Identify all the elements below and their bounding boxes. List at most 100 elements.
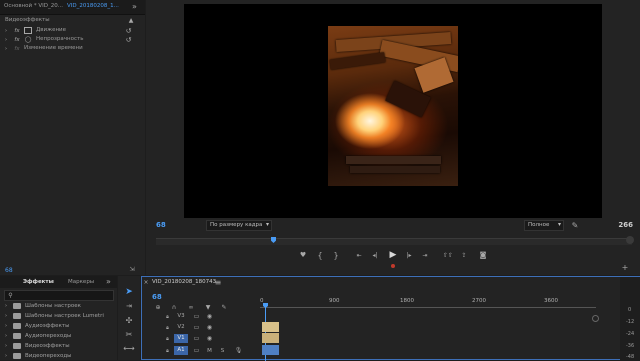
effects-search-input[interactable]: ⚲	[4, 290, 114, 301]
list-item[interactable]: › Аудиоэффекты	[0, 321, 117, 331]
expand-chevron-icon[interactable]: ›	[3, 352, 9, 360]
scroll-circle-icon[interactable]	[626, 236, 634, 244]
expand-chevron-icon[interactable]: ›	[3, 35, 9, 44]
selection-tool-icon[interactable]: ➤	[123, 286, 135, 298]
expand-chevron-icon[interactable]: ›	[3, 44, 9, 53]
ruler-label: 0	[260, 298, 264, 304]
track-select-tool-icon[interactable]: ⇥	[123, 300, 135, 312]
fx-icon[interactable]: fx	[12, 44, 22, 53]
expand-chevron-icon[interactable]: ›	[3, 342, 9, 350]
go-to-out-icon[interactable]: ⇥	[420, 249, 430, 261]
button-editor-icon[interactable]: +	[620, 262, 630, 272]
solo-icon[interactable]: S	[218, 346, 227, 355]
ripple-edit-tool-icon[interactable]: ✣	[123, 314, 135, 326]
tab-clip-source[interactable]: VID_20180208_1...	[67, 3, 119, 9]
track-name[interactable]: V3	[174, 312, 188, 321]
transform-box-icon[interactable]	[24, 27, 32, 34]
meter-label: -48	[626, 354, 635, 360]
panel-overflow-icon[interactable]: »	[104, 277, 113, 286]
expand-chevron-icon[interactable]: ›	[3, 26, 9, 35]
close-icon[interactable]: ×	[143, 279, 149, 286]
track-row-v3[interactable]: 🔒︎ V3 ▭ ◉	[142, 311, 598, 322]
microphone-icon[interactable]: 🎙︎	[234, 346, 243, 355]
step-forward-icon[interactable]: |▸	[404, 249, 414, 261]
tab-markers[interactable]: Маркеры	[68, 279, 94, 285]
effect-row-time-remap[interactable]: › fx Изменение времени	[0, 44, 145, 53]
sync-lock-icon[interactable]: ▭	[192, 312, 201, 321]
sync-lock-icon[interactable]: ▭	[192, 346, 201, 355]
play-icon[interactable]: ▶	[388, 249, 398, 261]
list-item[interactable]: › Шаблоны настроек	[0, 301, 117, 311]
eye-icon[interactable]: ◉	[205, 323, 214, 332]
fire-video-image	[328, 26, 458, 186]
list-item[interactable]: › Шаблоны настроек Lumetri	[0, 311, 117, 321]
export-frame-icon[interactable]: ⇲	[128, 265, 136, 273]
list-item[interactable]: › Аудиопереходы	[0, 331, 117, 341]
sync-lock-icon[interactable]: ▭	[192, 334, 201, 343]
sync-lock-icon[interactable]: ▭	[192, 323, 201, 332]
wrench-icon[interactable]: ✎	[570, 220, 580, 230]
program-video-frame[interactable]	[184, 4, 602, 218]
track-name[interactable]: V1	[174, 334, 188, 343]
lock-icon[interactable]: 🔒︎	[164, 346, 171, 355]
expand-chevron-icon[interactable]: ›	[3, 322, 9, 330]
wrench-icon[interactable]: ✎	[220, 303, 228, 311]
expand-chevron-icon[interactable]: ›	[3, 302, 9, 310]
fx-icon[interactable]: fx	[12, 26, 22, 35]
lock-icon[interactable]: 🔒︎	[164, 312, 171, 321]
reset-icon[interactable]: ↺	[124, 26, 133, 35]
mark-in-icon[interactable]: {	[316, 249, 324, 261]
go-to-in-icon[interactable]: ⇤	[354, 249, 364, 261]
playback-quality-select[interactable]: Полное ▾	[524, 220, 564, 231]
mark-out-icon[interactable]: }	[332, 249, 340, 261]
lift-icon[interactable]: ⇧⇧	[442, 249, 454, 261]
scroll-up-icon[interactable]: ▲	[127, 16, 135, 24]
tab-menu-icon[interactable]: ≡	[214, 278, 222, 287]
video-clip[interactable]	[262, 322, 279, 332]
timeline-ruler[interactable]	[260, 307, 596, 308]
step-back-icon[interactable]: ◂|	[370, 249, 380, 261]
panel-menu-icon[interactable]: »	[130, 2, 139, 11]
track-row-v2[interactable]: 🔒︎ V2 ▭ ◉	[142, 322, 598, 333]
track-row-v1[interactable]: 🔒︎ V1 ▭ ◉	[142, 333, 598, 344]
fit-zoom-select[interactable]: По размеру кадра ▾	[206, 220, 272, 231]
video-clip[interactable]	[262, 333, 279, 343]
tab-effect-controls[interactable]: Основной * VID_20...	[4, 3, 63, 9]
effect-row-motion[interactable]: › fx Движение ↺	[0, 26, 145, 35]
mask-pen-icon[interactable]: ◯	[24, 35, 32, 44]
export-frame-camera-icon[interactable]: ◙	[478, 249, 488, 261]
playhead-handle[interactable]	[271, 237, 276, 243]
effect-label-opacity: Непрозрачность	[36, 36, 84, 42]
eye-icon[interactable]: ◉	[205, 312, 214, 321]
audio-clip[interactable]	[262, 345, 279, 355]
eye-icon[interactable]: ◉	[205, 334, 214, 343]
timeline-timecode[interactable]: 68	[152, 293, 162, 301]
snap-icon[interactable]: ∩	[170, 303, 178, 311]
program-scrub-bar[interactable]	[156, 237, 632, 245]
effect-controls-timecode[interactable]: 68	[5, 267, 13, 274]
razor-tool-icon[interactable]: ✂	[123, 328, 135, 340]
list-item[interactable]: › Видеоэффекты	[0, 341, 117, 351]
expand-chevron-icon[interactable]: ›	[3, 312, 9, 320]
fx-icon[interactable]: fx	[12, 35, 22, 44]
linked-selection-icon[interactable]: ∞	[187, 303, 195, 311]
add-marker-icon[interactable]: ▼	[204, 303, 212, 311]
effect-row-opacity[interactable]: › fx ◯ Непрозрачность ↺	[0, 35, 145, 44]
tab-effects[interactable]: Эффекты	[23, 279, 54, 285]
nest-toggle-icon[interactable]: ⊕	[154, 303, 162, 311]
extract-icon[interactable]: ⇪	[458, 249, 470, 261]
reset-icon[interactable]: ↺	[124, 35, 133, 44]
lock-icon[interactable]: 🔒︎	[164, 323, 171, 332]
sequence-tab[interactable]: VID_20180208_180743	[152, 279, 216, 285]
track-name[interactable]: A1	[174, 346, 188, 355]
slip-tool-icon[interactable]: ⟷	[123, 342, 135, 354]
track-row-a1[interactable]: 🔒︎ A1 ▭ M S 🎙︎	[142, 345, 598, 356]
track-name[interactable]: V2	[174, 323, 188, 332]
program-timecode[interactable]: 68	[156, 221, 166, 229]
vertical-scroll-handle[interactable]	[592, 315, 599, 322]
expand-chevron-icon[interactable]: ›	[3, 332, 9, 340]
add-marker-icon[interactable]: ♥	[298, 249, 308, 261]
mute-icon[interactable]: M	[205, 346, 214, 355]
lock-icon[interactable]: 🔒︎	[164, 334, 171, 343]
tab-menu-icon[interactable]: ≡	[50, 279, 55, 285]
